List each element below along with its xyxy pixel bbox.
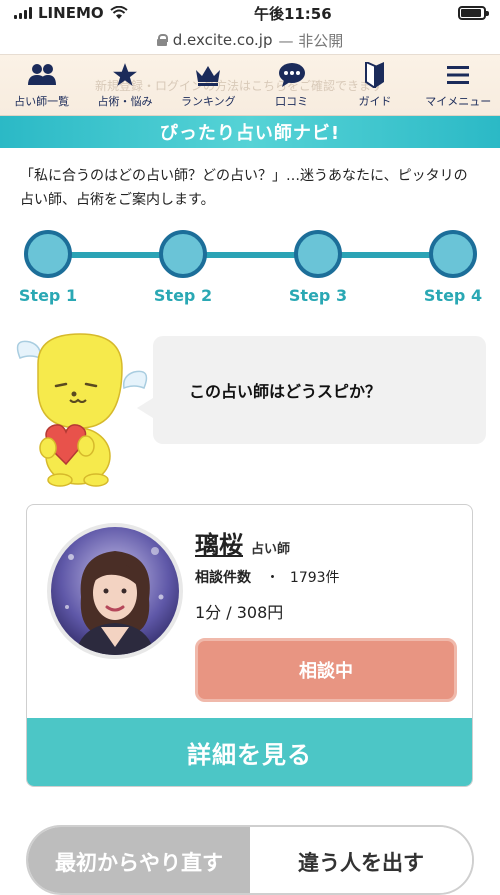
nav-label: 口コミ bbox=[275, 95, 309, 108]
status-bar: LINEMO 午後11:56 bbox=[0, 0, 500, 26]
consult-count-label: 相談件数 bbox=[195, 570, 251, 586]
avatar[interactable] bbox=[47, 523, 183, 659]
url-bar[interactable]: d.excite.co.jp — 非公開 bbox=[0, 26, 500, 54]
carrier-label: LINEMO bbox=[38, 4, 104, 22]
angel-mascot-illustration bbox=[16, 333, 148, 487]
nav-label: ガイド bbox=[358, 95, 392, 108]
url-domain: d.excite.co.jp bbox=[172, 31, 273, 49]
step-2: Step 2 bbox=[143, 230, 223, 305]
fortune-teller-name-link[interactable]: 璃桜 bbox=[195, 525, 243, 560]
hamburger-menu-icon bbox=[443, 61, 473, 89]
step-progress: Step 1 Step 2 Step 3 Step 4 bbox=[0, 222, 500, 312]
fortune-teller-card: 璃桜 占い師 相談件数 ・ 1793件 1分 / 308円 相談中 詳細を見る bbox=[26, 504, 473, 787]
step-1: Step 1 bbox=[8, 230, 88, 305]
step-4: Step 4 bbox=[413, 230, 493, 305]
intro-text: 「私に合うのはどの占い師？どの占い？」…迷うあなたに、ピッタリの占い師、占術をご… bbox=[20, 168, 468, 208]
star-icon bbox=[110, 61, 140, 89]
fortune-teller-photo bbox=[51, 527, 179, 655]
fortune-teller-name-row: 璃桜 占い師 bbox=[195, 525, 290, 560]
show-another-button[interactable]: 違う人を出す bbox=[250, 827, 472, 893]
nav-item-fortune-tellers[interactable]: 占い師一覧 bbox=[0, 55, 83, 115]
main-nav: 新規登録・ログインの方法はこちらをご確認できます 占い師一覧 占術・悩み ランキ… bbox=[0, 54, 500, 116]
nav-item-my-menu[interactable]: マイメニュー bbox=[417, 55, 500, 115]
consult-separator: ・ bbox=[265, 570, 280, 586]
clock: 午後11:56 bbox=[253, 4, 332, 23]
nav-item-divination-worries[interactable]: 占術・悩み bbox=[83, 55, 166, 115]
signal-icon bbox=[14, 7, 32, 19]
people-icon bbox=[27, 61, 57, 89]
wifi-icon bbox=[109, 6, 128, 19]
view-details-button[interactable]: 詳細を見る bbox=[27, 718, 472, 786]
nav-item-ranking[interactable]: ランキング bbox=[167, 55, 250, 115]
step-3: Step 3 bbox=[278, 230, 358, 305]
question-area: この占い師はどうスピか？ bbox=[0, 324, 500, 494]
step-label: Step 3 bbox=[288, 286, 348, 305]
step-circle bbox=[429, 230, 477, 278]
beginner-mark-icon bbox=[360, 61, 390, 89]
question-text: この占い師はどうスピか？ bbox=[189, 382, 382, 401]
nav-label: マイメニュー bbox=[425, 95, 492, 108]
nav-label: ランキング bbox=[180, 95, 236, 108]
step-circle bbox=[159, 230, 207, 278]
step-circle bbox=[24, 230, 72, 278]
lock-icon bbox=[156, 34, 168, 46]
consult-count-value: 1793件 bbox=[289, 570, 340, 586]
restart-button[interactable]: 最初からやり直す bbox=[28, 827, 250, 893]
step-label: Step 1 bbox=[18, 286, 78, 305]
battery-icon bbox=[458, 6, 489, 20]
price-per-minute: 1分 / 308円 bbox=[195, 603, 284, 622]
page-title-banner: ぴったり占い師ナビ! bbox=[0, 116, 500, 148]
nav-label: 占術・悩み bbox=[97, 95, 153, 108]
crown-icon bbox=[193, 61, 223, 89]
step-connector-line bbox=[45, 252, 455, 258]
step-label: Step 4 bbox=[423, 286, 483, 305]
consulting-status-button[interactable]: 相談中 bbox=[195, 638, 457, 702]
chat-bubble-icon bbox=[277, 61, 307, 89]
question-speech-bubble: この占い師はどうスピか？ bbox=[137, 336, 486, 444]
fortune-teller-title: 占い師 bbox=[251, 542, 291, 557]
nav-label: 占い師一覧 bbox=[14, 95, 70, 108]
nav-item-reviews[interactable]: 口コミ bbox=[250, 55, 333, 115]
bottom-action-group: 最初からやり直す 違う人を出す bbox=[26, 825, 474, 895]
step-label: Step 2 bbox=[153, 286, 213, 305]
nav-item-guide[interactable]: ガイド bbox=[333, 55, 416, 115]
step-circle bbox=[294, 230, 342, 278]
consultation-count: 相談件数 ・ 1793件 bbox=[195, 567, 340, 587]
url-privacy-label: — 非公開 bbox=[278, 31, 344, 50]
